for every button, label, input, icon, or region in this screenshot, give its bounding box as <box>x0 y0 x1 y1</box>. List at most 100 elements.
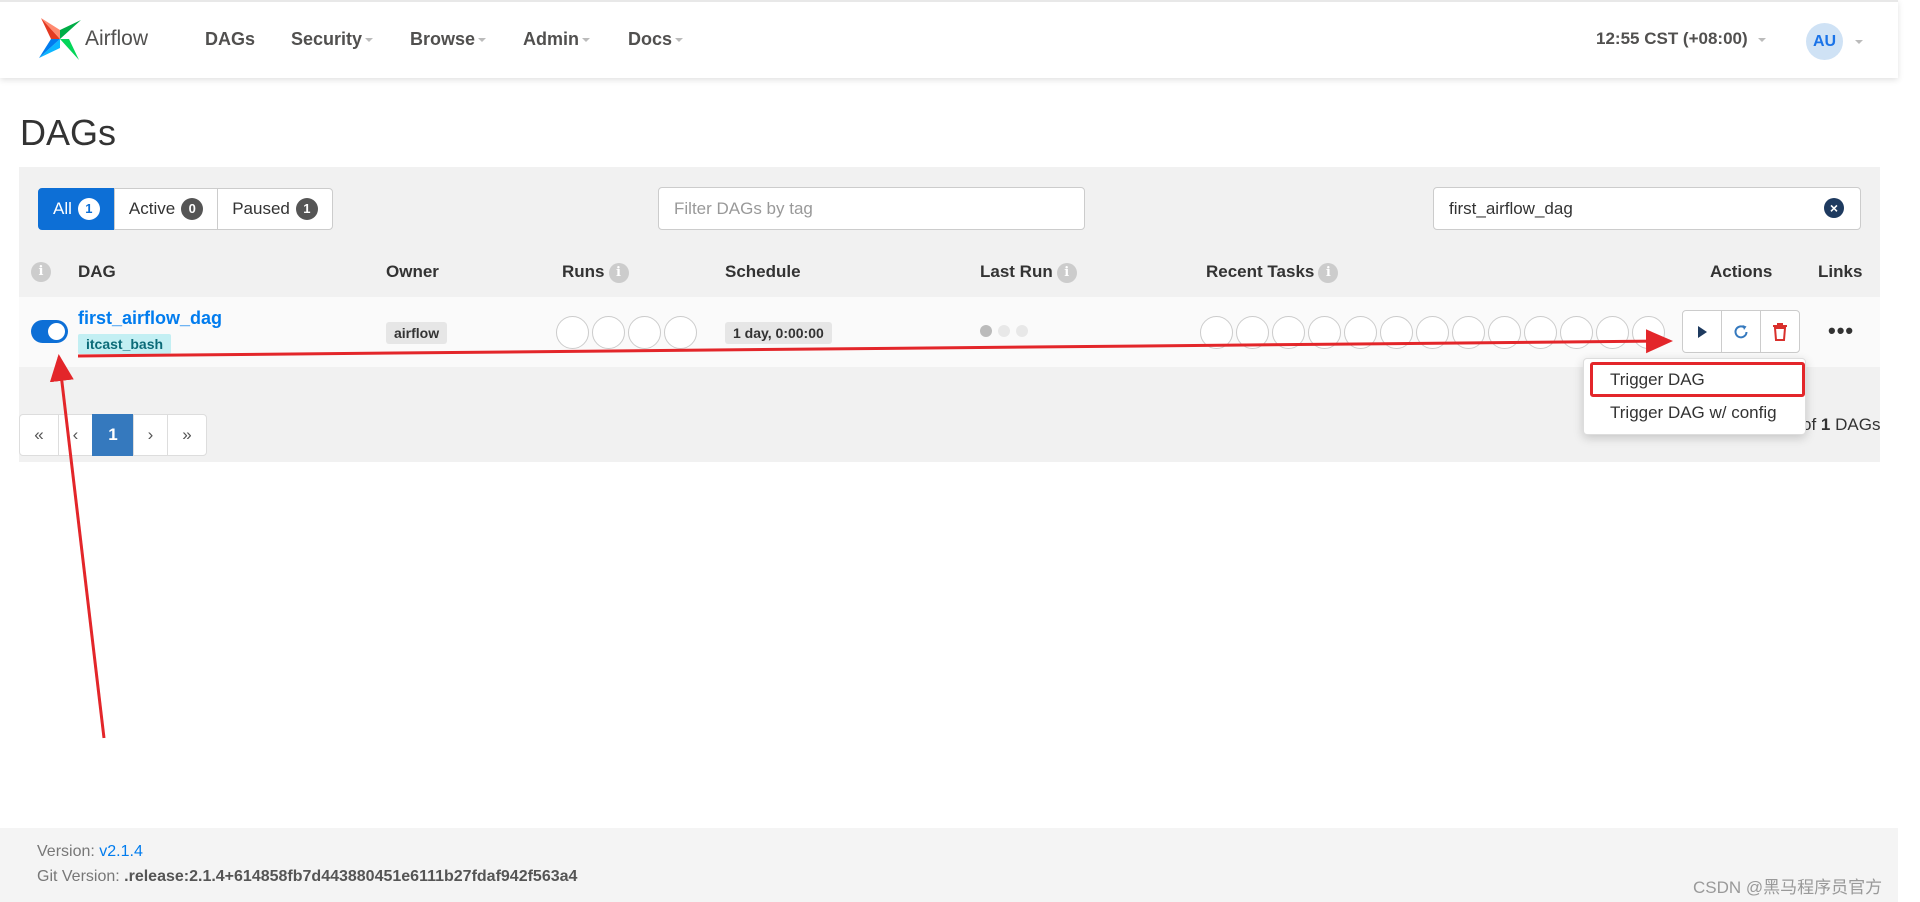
dag-pause-toggle[interactable] <box>31 320 68 343</box>
filter-active-button[interactable]: Active 0 <box>113 188 219 230</box>
last-run-loading <box>980 325 1034 337</box>
schedule-badge: 1 day, 0:00:00 <box>725 322 832 344</box>
git-version: .release:2.1.4+614858fb7d443880451e6111b… <box>124 868 578 885</box>
git-label: Git Version: <box>37 868 120 885</box>
filter-paused-button[interactable]: Paused 1 <box>217 188 333 230</box>
page-next[interactable]: › <box>133 414 168 456</box>
brand-name: Airflow <box>85 27 149 50</box>
chevron-down-icon <box>675 38 684 43</box>
col-recent-tasks: Recent Tasks i <box>1206 262 1339 283</box>
dag-actions <box>1682 310 1800 353</box>
filter-active-label: Active <box>128 199 176 218</box>
nav-dags[interactable]: DAGs <box>205 29 255 50</box>
watermark: CSDN @黑马程序员官方 <box>1693 878 1883 897</box>
task-state-circle[interactable] <box>1308 316 1341 349</box>
count-value: 1 <box>1820 415 1831 434</box>
chevron-down-icon <box>365 38 374 43</box>
info-icon: i <box>608 262 629 283</box>
menu-trigger-dag-config[interactable]: Trigger DAG w/ config <box>1610 403 1777 423</box>
loading-dot <box>998 325 1010 337</box>
col-schedule: Schedule <box>725 262 801 281</box>
col-dag[interactable]: DAG <box>78 262 116 282</box>
nav-browse-label: Browse <box>410 29 476 49</box>
col-actions: Actions <box>1710 262 1773 281</box>
col-recent-tasks-label: Recent Tasks <box>1206 262 1315 281</box>
task-state-circle[interactable] <box>1416 316 1449 349</box>
user-avatar[interactable]: AU <box>1806 23 1843 60</box>
status-filter: All 1 Active 0 Paused 1 <box>38 188 333 230</box>
count-suffix: DAGs <box>1835 415 1881 434</box>
trigger-dag-button[interactable] <box>1682 310 1722 353</box>
more-links-icon[interactable]: ••• <box>1828 318 1854 344</box>
task-state-circle[interactable] <box>1272 316 1305 349</box>
task-state-circle[interactable] <box>1380 316 1413 349</box>
chevron-down-icon <box>582 38 590 43</box>
filter-all-label: All <box>53 199 72 218</box>
search-input[interactable]: first_airflow_dag <box>1433 187 1861 230</box>
col-last-run: Last Run i <box>980 262 1077 283</box>
git-version-line: Git Version: .release:2.1.4+614858fb7d44… <box>37 868 577 886</box>
nav-security-label: Security <box>291 29 363 49</box>
col-runs: Runs i <box>562 262 629 283</box>
annotation-highlight-box <box>1590 362 1805 397</box>
recent-task-circles <box>1200 316 1668 349</box>
delete-dag-button[interactable] <box>1760 310 1800 353</box>
active-count-badge: 0 <box>181 198 204 220</box>
run-state-circle[interactable] <box>556 316 589 349</box>
task-state-circle[interactable] <box>1596 316 1629 349</box>
info-icon: i <box>1318 262 1339 283</box>
dag-id-link[interactable]: first_airflow_dag <box>78 308 222 329</box>
chevron-down-icon <box>478 38 487 43</box>
nav-security[interactable]: Security <box>291 29 374 50</box>
refresh-icon <box>1734 324 1748 338</box>
filter-all-button[interactable]: All 1 <box>38 188 115 230</box>
info-icon: i <box>1056 262 1077 283</box>
refresh-dag-button[interactable] <box>1721 310 1761 353</box>
run-state-circle[interactable] <box>628 316 661 349</box>
task-state-circle[interactable] <box>1200 316 1233 349</box>
page-title: DAGs <box>20 112 117 153</box>
nav-docs[interactable]: Docs <box>628 29 684 50</box>
clear-search-icon[interactable]: × <box>1824 198 1844 218</box>
timezone-menu[interactable]: 12:55 CST (+08:00) <box>1596 29 1766 49</box>
run-state-circle[interactable] <box>664 316 697 349</box>
time-label: 12:55 CST (+08:00) <box>1596 29 1748 48</box>
nav-browse[interactable]: Browse <box>410 29 487 50</box>
page-prev[interactable]: ‹ <box>58 414 93 456</box>
airflow-logo[interactable]: Airflow <box>37 16 148 62</box>
page-current[interactable]: 1 <box>92 414 134 456</box>
run-state-circle[interactable] <box>592 316 625 349</box>
navbar: Airflow DAGs Security Browse Admin Docs … <box>0 0 1898 78</box>
task-state-circle[interactable] <box>1452 316 1485 349</box>
task-state-circle[interactable] <box>1344 316 1377 349</box>
chevron-down-icon <box>1855 40 1863 44</box>
page-last[interactable]: » <box>167 414 207 456</box>
col-owner: Owner <box>386 262 439 281</box>
owner-badge[interactable]: airflow <box>386 322 448 344</box>
all-count-badge: 1 <box>77 198 100 220</box>
tag-filter-input[interactable]: Filter DAGs by tag <box>658 187 1085 230</box>
footer: Version: v2.1.4 Git Version: .release:2.… <box>0 828 1898 902</box>
dag-tag[interactable]: itcast_bash <box>78 334 172 354</box>
dag-count: of 1 DAGs <box>1802 415 1880 435</box>
pagination: « ‹ 1 › » <box>19 414 207 456</box>
version-link[interactable]: v2.1.4 <box>99 843 143 860</box>
loading-dot <box>980 325 992 337</box>
play-icon <box>1698 325 1707 338</box>
nav-admin-label: Admin <box>523 29 579 49</box>
col-links: Links <box>1818 262 1863 281</box>
task-state-circle[interactable] <box>1560 316 1593 349</box>
chevron-down-icon <box>1757 37 1766 42</box>
nav-admin[interactable]: Admin <box>523 29 590 50</box>
page-first[interactable]: « <box>19 414 59 456</box>
col-last-run-label: Last Run <box>980 262 1053 281</box>
paused-count-badge: 1 <box>295 198 318 220</box>
task-state-circle[interactable] <box>1632 316 1665 349</box>
task-state-circle[interactable] <box>1488 316 1521 349</box>
col-runs-label: Runs <box>562 262 605 281</box>
task-state-circle[interactable] <box>1524 316 1557 349</box>
version-line: Version: v2.1.4 <box>37 843 143 861</box>
runs-circles <box>556 316 700 349</box>
filter-paused-label: Paused <box>232 199 290 218</box>
task-state-circle[interactable] <box>1236 316 1269 349</box>
